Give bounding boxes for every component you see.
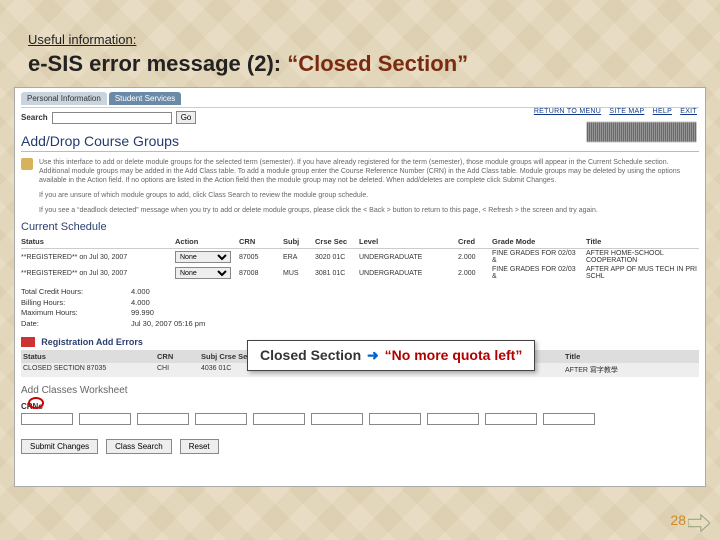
link-return-menu[interactable]: RETURN TO MENU [534,108,601,115]
search-input[interactable] [52,112,172,124]
info-icon [21,158,33,170]
callout-left: Closed Section [260,347,361,363]
col-crse: Crse Sec [315,237,355,246]
col-cred: Cred [458,237,488,246]
cell-grade: FINE GRADES FOR 02/03 & [492,266,582,280]
cell-title: AFTER APP OF MUS TECH IN PRI SCHL [586,266,699,280]
cell-crn: 87008 [239,270,279,277]
col-status: Status [21,237,171,246]
info-paragraph-3: If you see a “deadlock detected” message… [39,206,598,215]
tab-personal-info[interactable]: Personal Information [21,92,107,105]
col-action: Action [175,237,235,246]
cell-crse: 3081 01C [315,270,355,277]
crn-input[interactable] [79,413,131,425]
info-paragraph-2: If you are unsure of which module groups… [39,191,368,200]
cell-level: UNDERGRADUATE [359,254,454,261]
crn-input[interactable] [427,413,479,425]
crns-label: CRNs [21,402,699,411]
cell-title: AFTER HOME-SCHOOL COOPERATION [586,250,699,264]
slide-page-number: 28 [670,512,686,528]
action-select[interactable]: None [175,251,231,263]
registration-errors-header: Registration Add Errors [41,337,143,347]
cell-grade: FINE GRADES FOR 02/03 & [492,250,582,264]
cell-cred: 2.000 [458,254,488,261]
crn-input[interactable] [485,413,537,425]
col-grade: Grade Mode [492,237,582,246]
maximum-hours-label: Maximum Hours: [21,308,131,319]
barcode-graphic [587,122,697,142]
col-level: Level [359,237,454,246]
col-subj: Subj [283,237,311,246]
billing-hours: 4.000 [131,298,150,307]
err-col-crn: CRN [157,352,197,361]
go-button[interactable]: Go [176,111,197,124]
cell-crn: 87005 [239,254,279,261]
submit-changes-button[interactable]: Submit Changes [21,439,98,454]
top-nav: RETURN TO MENU SITE MAP HELP EXIT [528,108,697,115]
reset-button[interactable]: Reset [180,439,219,454]
col-crn: CRN [239,237,279,246]
embedded-screenshot: Personal Information Student Services Se… [14,87,706,487]
total-credit-hours: 4.000 [131,287,150,296]
cell-status: **REGISTERED** on Jul 30, 2007 [21,254,171,261]
crn-input[interactable] [253,413,305,425]
crn-input[interactable] [195,413,247,425]
action-select[interactable]: None [175,267,231,279]
billing-hours-label: Billing Hours: [21,298,131,309]
schedule-row: **REGISTERED** on Jul 30, 2007 None 8700… [21,265,699,281]
date-value: Jul 30, 2007 05:16 pm [131,319,205,328]
cell-level: UNDERGRADUATE [359,270,454,277]
schedule-row: **REGISTERED** on Jul 30, 2007 None 8700… [21,249,699,265]
cell-crse: 3020 01C [315,254,355,261]
callout-right: “No more quota left” [385,347,523,363]
err-col-title: Title [565,352,697,361]
link-help[interactable]: HELP [653,108,672,115]
col-title: Title [586,237,699,246]
crn-input-row [21,413,699,425]
explanation-callout: Closed Section ➜ “No more quota left” [247,340,535,371]
cell-subj: MUS [283,270,311,277]
cell-status: **REGISTERED** on Jul 30, 2007 [21,270,171,277]
crn-input[interactable] [543,413,595,425]
search-label: Search [21,113,48,122]
slide-title-prefix: e-SIS error message (2): [28,51,287,76]
highlight-circle-icon [28,397,44,409]
schedule-table-header: Status Action CRN Subj Crse Sec Level Cr… [21,237,699,249]
class-search-button[interactable]: Class Search [106,439,172,454]
totals-block: Total Credit Hours:4.000 Billing Hours:4… [21,287,699,329]
info-paragraph-1: Use this interface to add or delete modu… [39,158,699,185]
err-cell-crn: CHI [157,365,197,375]
error-flag-icon [21,337,35,347]
slide-title: e-SIS error message (2): “Closed Section… [28,51,692,77]
cell-cred: 2.000 [458,270,488,277]
crn-input[interactable] [369,413,421,425]
cell-subj: ERA [283,254,311,261]
slide-subtitle: Useful information: [28,32,692,47]
tab-student-services[interactable]: Student Services [109,92,181,105]
total-credit-hours-label: Total Credit Hours: [21,287,131,298]
current-schedule-header: Current Schedule [21,221,699,233]
arrow-right-icon: ➜ [367,347,379,363]
slide-title-quoted: “Closed Section” [287,51,468,76]
crn-input[interactable] [311,413,363,425]
date-label: Date: [21,319,131,330]
maximum-hours: 99.990 [131,308,154,317]
crn-input[interactable] [21,413,73,425]
err-col-status: Status [23,352,153,361]
err-cell-title: AFTER 寫字教學 [565,365,697,375]
link-site-map[interactable]: SITE MAP [609,108,644,115]
worksheet-header: Add Classes Worksheet [21,385,699,396]
err-cell-status: CLOSED SECTION 87035 [23,365,153,375]
crn-input[interactable] [137,413,189,425]
link-exit[interactable]: EXIT [680,108,697,115]
next-slide-arrow-icon[interactable] [688,514,710,532]
